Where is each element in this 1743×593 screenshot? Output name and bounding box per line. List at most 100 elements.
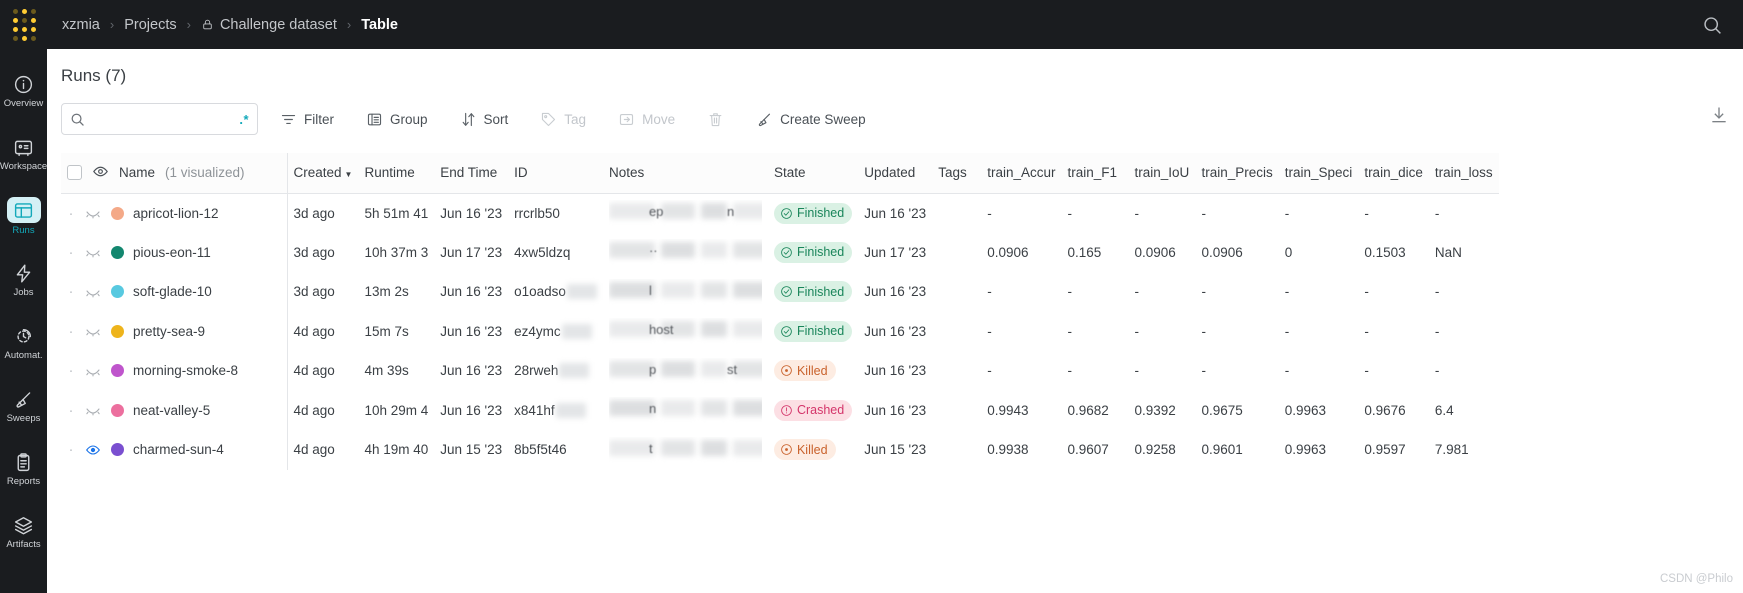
run-color-dot: [111, 245, 124, 259]
table-row[interactable]: · soft-glade-10 3d ago 13m 2s Jun 16 '23 o1oa…: [61, 272, 1499, 312]
cell-metric-5: 0.9963: [1284, 442, 1327, 458]
column-header-label: State: [773, 165, 806, 181]
sidebar-item-sweeps[interactable]: Sweeps: [0, 374, 47, 437]
column-header-label: Runtime: [364, 165, 415, 181]
breadcrumb-label: xzmia: [62, 16, 100, 33]
table-row[interactable]: · morning-smoke-8 4d ago 4m 39s Jun 16 '23 28…: [61, 351, 1499, 391]
automation-icon: [11, 324, 37, 348]
column-header-notes[interactable]: Notes: [602, 153, 768, 194]
toolbar-button-label: Tag: [564, 111, 587, 127]
table-row[interactable]: · pious-eon-11 3d ago 10h 37m 3 Jun 17 '23 4x…: [61, 232, 1499, 272]
eye-icon[interactable]: [92, 163, 109, 183]
column-header-name[interactable]: Name (1 visualized): [61, 153, 288, 194]
column-header-created[interactable]: Created ▼: [287, 153, 359, 194]
sort-button[interactable]: Sort: [450, 103, 519, 135]
run-name-link[interactable]: charmed-sun-4: [133, 442, 224, 457]
run-color-dot: [111, 364, 124, 378]
breadcrumb-item-xzmia[interactable]: xzmia: [62, 17, 100, 33]
cell-tags: [932, 193, 981, 233]
table-row[interactable]: · charmed-sun-4 4d ago 4h 19m 40 Jun 15 '23 8…: [61, 430, 1499, 470]
table-row[interactable]: · apricot-lion-12 3d ago 5h 51m 41 Jun 16 '2…: [61, 193, 1499, 233]
drag-handle[interactable]: ·: [67, 284, 75, 299]
table-row[interactable]: · neat-valley-5 4d ago 10h 29m 4 Jun 16 '23 x…: [61, 390, 1499, 430]
cell-name: · morning-smoke-8: [61, 351, 288, 391]
eye-off-icon[interactable]: [84, 363, 102, 379]
run-name-link[interactable]: soft-glade-10: [133, 284, 212, 299]
column-header-m3[interactable]: train_IoU: [1128, 153, 1196, 194]
status-icon: [781, 246, 792, 258]
cell-created: 4d ago: [293, 442, 335, 458]
select-all-checkbox[interactable]: [67, 165, 82, 181]
wandb-logo[interactable]: [0, 0, 48, 49]
status-label: Finished: [796, 324, 845, 339]
run-name-link[interactable]: apricot-lion-12: [133, 206, 219, 221]
eye-off-icon[interactable]: [84, 284, 102, 300]
breadcrumb-item-challenge-dataset[interactable]: Challenge dataset: [201, 17, 337, 33]
drag-handle[interactable]: ·: [67, 403, 75, 418]
drag-handle[interactable]: ·: [67, 442, 75, 457]
run-name-link[interactable]: pretty-sea-9: [133, 324, 205, 339]
column-header-m1[interactable]: train_Accur: [981, 153, 1062, 194]
breadcrumb-item-projects[interactable]: Projects: [124, 17, 176, 33]
cell-metric-4: 0.9601: [1201, 442, 1243, 458]
search-icon[interactable]: [1699, 12, 1725, 38]
cell-metric-6: 0.9597: [1364, 442, 1406, 458]
cell-metric-2: -: [1067, 205, 1072, 221]
sidebar-item-overview[interactable]: Overview: [0, 59, 47, 122]
cell-created: 3d ago: [293, 205, 335, 221]
eye-off-icon[interactable]: [84, 402, 102, 418]
status-badge: Killed: [773, 439, 836, 461]
run-name-link[interactable]: morning-smoke-8: [133, 363, 238, 378]
breadcrumb-item-table[interactable]: Table: [361, 17, 398, 33]
note-fragment: st: [726, 361, 738, 377]
drag-handle[interactable]: ·: [67, 363, 75, 378]
regex-icon[interactable]: .*: [239, 112, 249, 127]
drag-handle[interactable]: ·: [67, 245, 75, 260]
eye-off-icon[interactable]: [84, 205, 102, 221]
sidebar-item-automat[interactable]: Automat.: [0, 311, 47, 374]
status-icon: [781, 365, 792, 377]
group-button[interactable]: Group: [356, 103, 438, 135]
drag-handle[interactable]: ·: [67, 206, 75, 221]
column-header-end_time[interactable]: End Time: [434, 153, 509, 194]
column-header-m4[interactable]: train_Precis: [1195, 153, 1279, 194]
column-header-runtime[interactable]: Runtime: [358, 153, 435, 194]
create-sweep-button[interactable]: Create Sweep: [746, 103, 876, 135]
filter-icon: [280, 111, 297, 128]
sort-caret-icon[interactable]: ▼: [345, 170, 353, 179]
note-fragment: ep: [648, 204, 664, 219]
run-name-link[interactable]: neat-valley-5: [133, 403, 210, 418]
drag-handle[interactable]: ·: [67, 324, 75, 339]
cell-metric-7: 7.981: [1434, 442, 1469, 458]
search-input[interactable]: [91, 111, 240, 127]
sidebar-item-runs[interactable]: Runs: [0, 185, 47, 248]
cell-updated: Jun 16 '23: [864, 363, 927, 379]
cell-metric-1: -: [987, 205, 992, 221]
sidebar-item-jobs[interactable]: Jobs: [0, 248, 47, 311]
table-row[interactable]: · pretty-sea-9 4d ago 15m 7s Jun 16 '23 ez4ym…: [61, 311, 1499, 351]
column-header-m7[interactable]: train_loss: [1428, 153, 1499, 194]
eye-icon[interactable]: [84, 442, 102, 458]
column-header-m6[interactable]: train_dice: [1358, 153, 1429, 194]
breadcrumb-label: Projects: [124, 16, 177, 33]
column-header-m2[interactable]: train_F1: [1061, 153, 1129, 194]
column-header-label: train_Speci: [1284, 165, 1353, 181]
eye-off-icon[interactable]: [84, 244, 102, 260]
sidebar-item-reports[interactable]: Reports: [0, 437, 47, 500]
cell-metric-5: -: [1284, 323, 1290, 339]
run-name-link[interactable]: pious-eon-11: [133, 245, 211, 260]
cell-tags: [932, 351, 981, 391]
column-header-state[interactable]: State: [767, 153, 859, 194]
filter-button[interactable]: Filter: [270, 103, 344, 135]
column-header-m5[interactable]: train_Speci: [1278, 153, 1359, 194]
column-header-id[interactable]: ID: [508, 153, 603, 194]
column-header-updated[interactable]: Updated: [858, 153, 933, 194]
download-button[interactable]: [1709, 105, 1729, 130]
sidebar-item-label: Runs: [12, 225, 35, 237]
sidebar-item-workspace[interactable]: Workspace: [0, 122, 47, 185]
sidebar-item-artifacts[interactable]: Artifacts: [0, 500, 47, 563]
eye-off-icon[interactable]: [84, 323, 102, 339]
search-input-wrapper[interactable]: .*: [61, 103, 258, 135]
column-header-tags[interactable]: Tags: [932, 153, 982, 194]
trash-button: [697, 103, 734, 135]
